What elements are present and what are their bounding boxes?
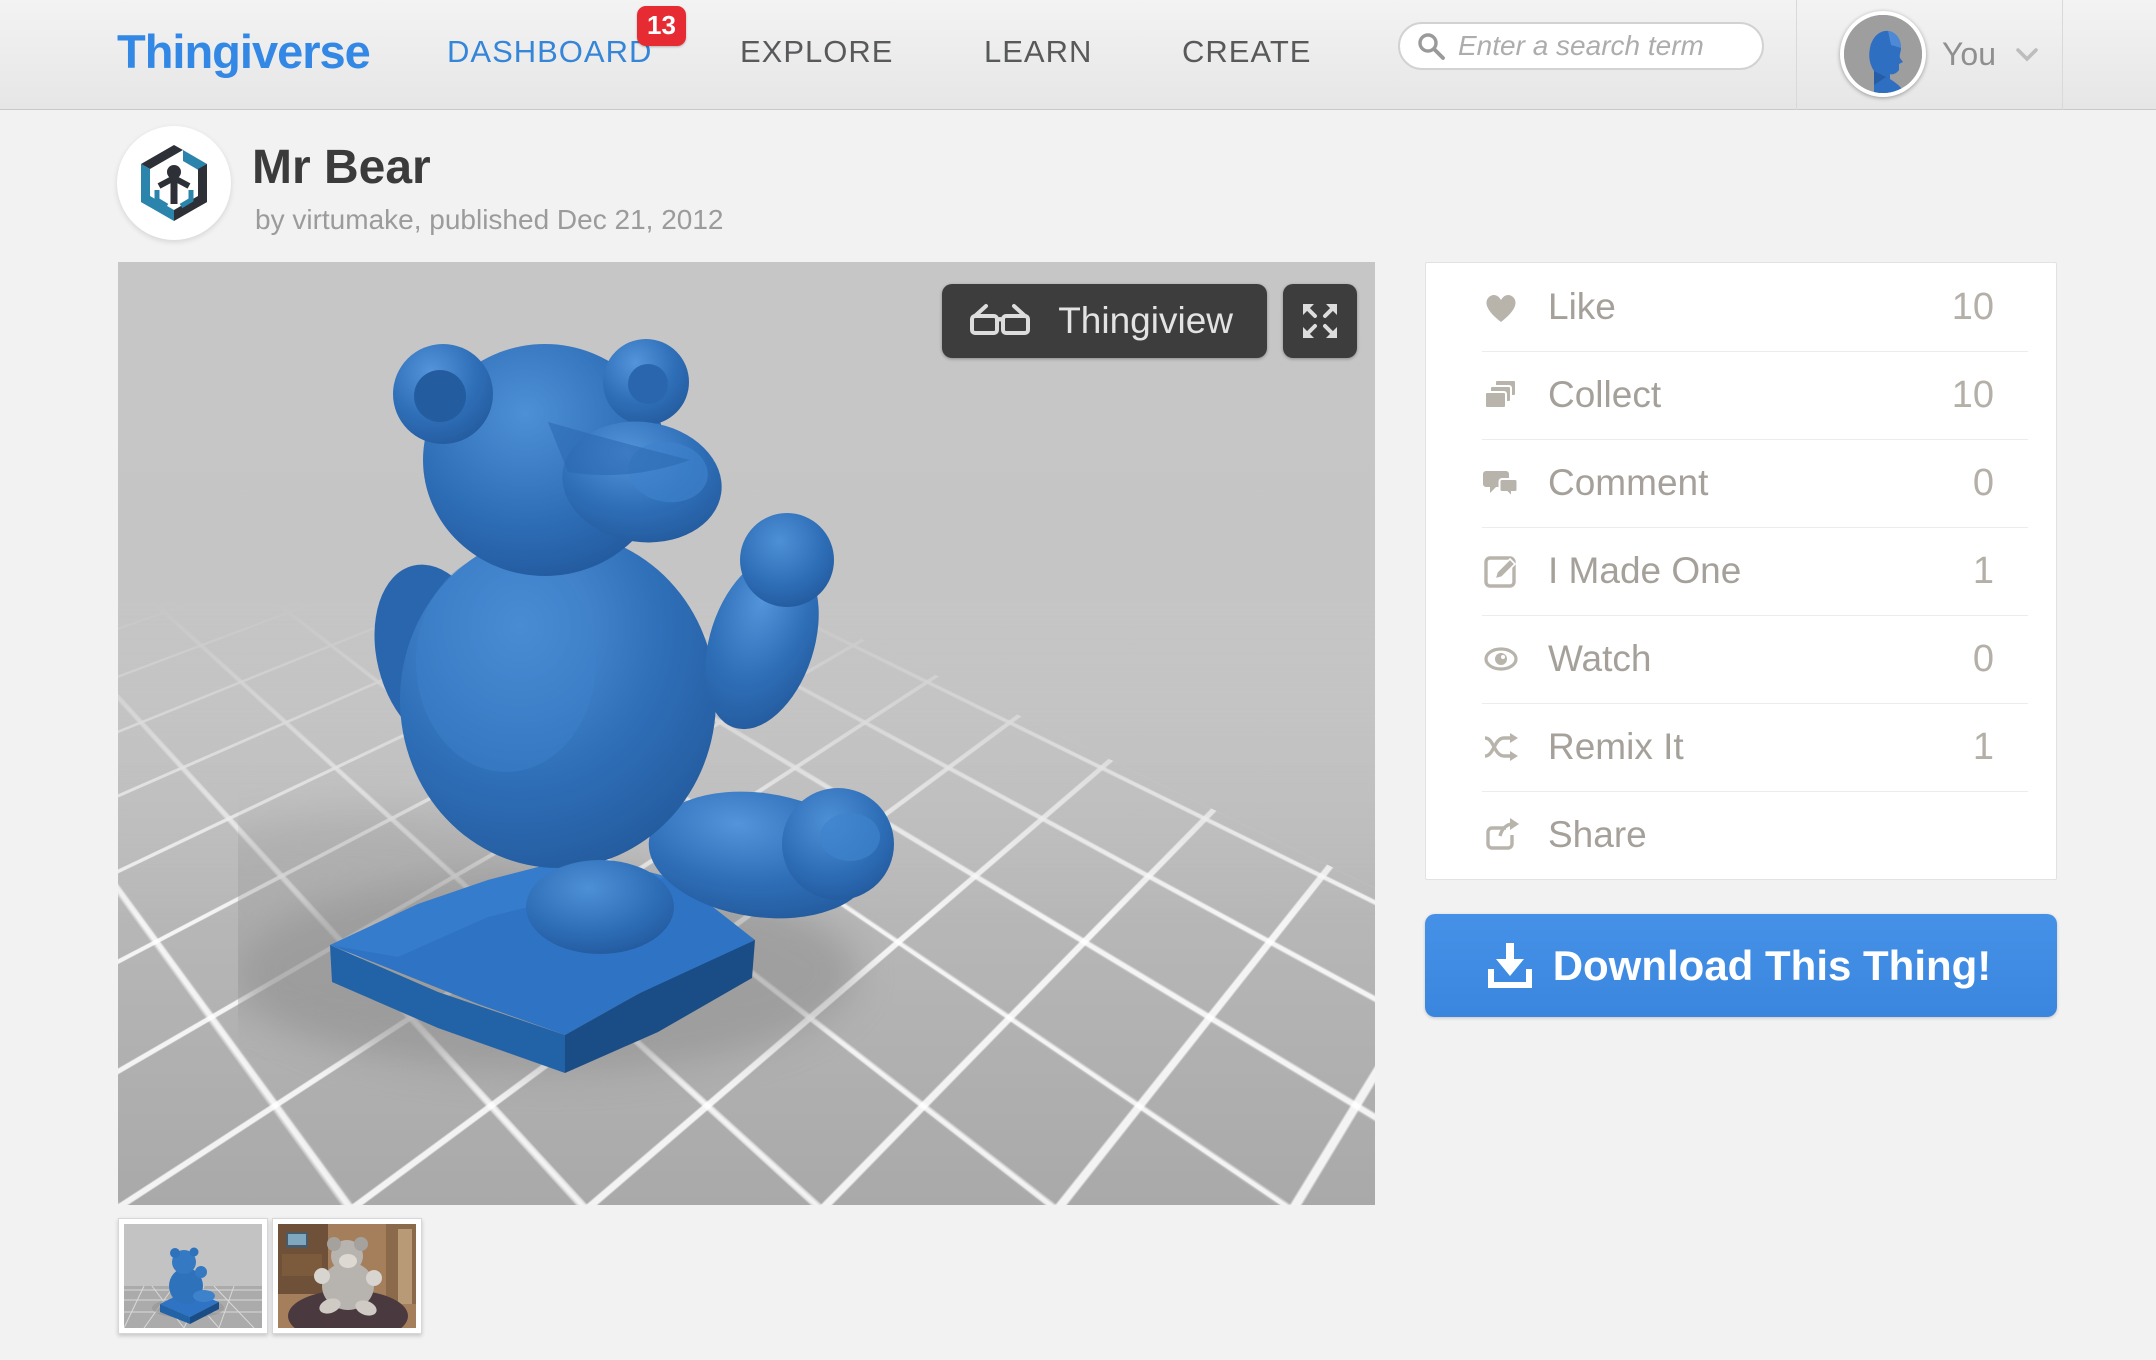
byline: by virtumake, published Dec 21, 2012 (255, 204, 724, 236)
action-count: 10 (1952, 286, 1994, 329)
remix-icon (1482, 730, 1520, 764)
nav-item-explore[interactable]: EXPLORE (740, 34, 893, 70)
action-label: Remix It (1548, 726, 1684, 768)
action-label: Watch (1548, 638, 1651, 680)
user-menu-label[interactable]: You (1942, 36, 1996, 73)
action-label: Share (1548, 814, 1647, 856)
thumbnail-render[interactable] (118, 1218, 268, 1334)
action-count: 10 (1952, 374, 1994, 417)
download-button[interactable]: Download This Thing! (1425, 914, 2057, 1017)
bear-model-render (238, 332, 1138, 1132)
heart-icon (1482, 289, 1520, 325)
page-title: Mr Bear (252, 140, 431, 195)
action-label: I Made One (1548, 550, 1741, 592)
glasses-icon (968, 300, 1032, 342)
action-label: Comment (1548, 462, 1708, 504)
model-viewport[interactable]: Thingiview (118, 262, 1375, 1205)
download-label: Download This Thing! (1537, 942, 2057, 990)
share-button[interactable]: Share (1426, 791, 2056, 879)
fullscreen-button[interactable] (1283, 284, 1357, 358)
action-count: 0 (1973, 462, 1994, 505)
avatar-bust-icon (1844, 15, 1922, 93)
remix-button[interactable]: Remix It 1 (1426, 703, 2056, 791)
action-count: 1 (1973, 726, 1994, 769)
action-label: Collect (1548, 374, 1661, 416)
collect-button[interactable]: Collect 10 (1426, 351, 2056, 439)
download-icon (1483, 939, 1537, 993)
thumbnail-photo-image (278, 1224, 416, 1328)
nav-item-create[interactable]: CREATE (1182, 34, 1311, 70)
i-made-one-icon (1482, 552, 1520, 590)
comment-icon (1482, 465, 1520, 501)
top-nav: Thingiverse DASHBOARD 13 EXPLORE LEARN C… (0, 0, 2156, 110)
search-input[interactable] (1458, 30, 1748, 62)
action-count: 1 (1973, 550, 1994, 593)
watch-button[interactable]: Watch 0 (1426, 615, 2056, 703)
like-button[interactable]: Like 10 (1426, 263, 2056, 351)
thumbnail-photo[interactable] (272, 1218, 422, 1334)
creator-avatar-virtumake[interactable] (117, 126, 231, 240)
chevron-down-icon[interactable] (2016, 48, 2038, 62)
thumbnail-render-image (124, 1224, 262, 1328)
user-avatar[interactable] (1840, 11, 1926, 97)
search-box (1398, 22, 1764, 70)
action-card: Like 10 Collect 10 Comment 0 I Made One … (1425, 262, 2057, 880)
thingiverse-logo[interactable]: Thingiverse (117, 24, 370, 79)
i-made-one-button[interactable]: I Made One 1 (1426, 527, 2056, 615)
action-sidebar: Like 10 Collect 10 Comment 0 I Made One … (1425, 262, 2057, 1017)
action-label: Like (1548, 286, 1616, 328)
expand-icon (1299, 300, 1341, 342)
nav-divider (2062, 0, 2063, 110)
nav-item-learn[interactable]: LEARN (984, 34, 1092, 70)
search-icon (1416, 31, 1446, 61)
nav-divider (1796, 0, 1797, 110)
comment-button[interactable]: Comment 0 (1426, 439, 2056, 527)
viewer-controls: Thingiview (942, 284, 1357, 358)
thingiverse-page: Thingiverse DASHBOARD 13 EXPLORE LEARN C… (0, 0, 2156, 1360)
thingiview-button[interactable]: Thingiview (942, 284, 1267, 358)
action-count: 0 (1973, 638, 1994, 681)
collect-icon (1482, 376, 1520, 414)
thingiview-label: Thingiview (1058, 300, 1233, 342)
dashboard-notification-badge[interactable]: 13 (637, 6, 686, 46)
watch-icon (1482, 644, 1520, 674)
nav-item-dashboard[interactable]: DASHBOARD (447, 34, 652, 70)
virtumake-logo-icon (131, 138, 217, 228)
share-icon (1482, 816, 1520, 854)
